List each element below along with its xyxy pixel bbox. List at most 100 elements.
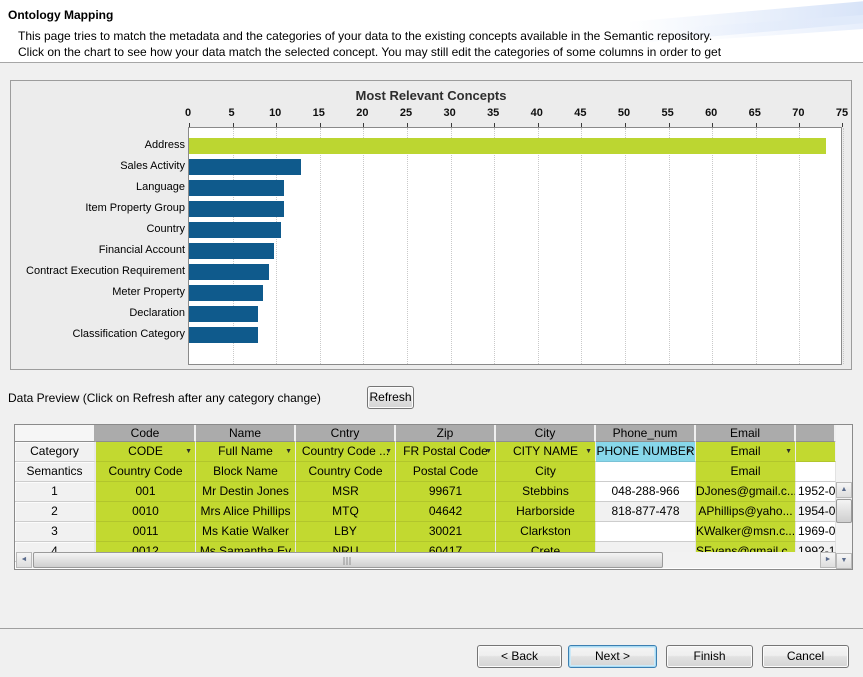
chart-category-label: Country — [13, 221, 185, 237]
next-button[interactable]: Next > — [568, 645, 657, 668]
tick-mark — [669, 123, 670, 127]
x-tick-label: 75 — [822, 107, 862, 119]
gridline — [407, 128, 408, 364]
gridline — [843, 128, 844, 364]
gridline — [451, 128, 452, 364]
column-header-City[interactable]: City — [496, 425, 596, 442]
row-number: 1 — [15, 482, 96, 502]
gridline — [712, 128, 713, 364]
page-description-line2: Click on the chart to see how your data … — [18, 45, 721, 59]
scroll-up-button[interactable]: ▲ — [836, 482, 852, 498]
data-cell-cntry: MTQ — [296, 502, 396, 522]
column-header-partial[interactable] — [796, 425, 836, 442]
tick-mark — [494, 123, 495, 127]
column-header-Phone_num[interactable]: Phone_num — [596, 425, 696, 442]
data-cell-email: APhillips@yaho... — [696, 502, 796, 522]
scroll-right-button[interactable]: ► — [820, 552, 836, 568]
chevron-down-icon: ▼ — [185, 442, 192, 461]
data-cell-name: Ms Katie Walker — [196, 522, 296, 542]
data-cell-phone_num — [596, 522, 696, 542]
data-cell-email: DJones@gmail.c... — [696, 482, 796, 502]
category-dropdown-name[interactable]: Full Name▼ — [196, 442, 296, 462]
scroll-left-button[interactable]: ◄ — [16, 552, 32, 568]
data-cell-cntry: MSR — [296, 482, 396, 502]
hscroll-thumb[interactable] — [33, 552, 663, 568]
x-tick-label: 0 — [168, 107, 208, 119]
chevron-down-icon: ▼ — [585, 442, 592, 461]
page-description-line1: This page tries to match the metadata an… — [18, 29, 712, 43]
category-dropdown-zip[interactable]: FR Postal Code▼ — [396, 442, 496, 462]
category-dropdown-phone_num[interactable]: PHONE NUMBER▼ — [596, 442, 696, 462]
chart-bar-meter-property[interactable] — [189, 285, 263, 301]
x-tick-label: 50 — [604, 107, 644, 119]
category-dropdown-cntry[interactable]: Country Code ...▼ — [296, 442, 396, 462]
semantics-cell-email: Email — [696, 462, 796, 482]
chart-bar-classification-category[interactable] — [189, 327, 258, 343]
chart-bar-country[interactable] — [189, 222, 281, 238]
column-header-Zip[interactable]: Zip — [396, 425, 496, 442]
chart-category-label: Language — [13, 179, 185, 195]
chart-bar-language[interactable] — [189, 180, 284, 196]
chart-bar-contract-execution-requirement[interactable] — [189, 264, 269, 280]
category-dropdown-code[interactable]: CODE▼ — [96, 442, 196, 462]
tick-mark — [712, 123, 713, 127]
vscroll-thumb[interactable] — [836, 499, 852, 523]
scroll-grip-icon — [344, 557, 353, 565]
data-cell-name: Mrs Alice Phillips — [196, 502, 296, 522]
scroll-down-button[interactable]: ▼ — [836, 553, 852, 569]
semantics-cell-code: Country Code — [96, 462, 196, 482]
corner-cell — [15, 425, 96, 442]
gridline — [581, 128, 582, 364]
category-dropdown-email[interactable]: Email▼ — [696, 442, 796, 462]
x-tick-label: 55 — [648, 107, 688, 119]
cancel-button[interactable]: Cancel — [762, 645, 849, 668]
chart-bar-item-property-group[interactable] — [189, 201, 284, 217]
row-number: 2 — [15, 502, 96, 522]
chevron-down-icon: ▼ — [485, 442, 492, 461]
tick-mark — [363, 123, 364, 127]
tick-mark — [451, 123, 452, 127]
data-cell-zip: 30021 — [396, 522, 496, 542]
semantics-row-label: Semantics — [15, 462, 96, 482]
tick-mark — [799, 123, 800, 127]
gridline — [363, 128, 364, 364]
concepts-chart[interactable]: Most Relevant Concepts 05101520253035404… — [10, 80, 852, 370]
semantics-row: SemanticsCountry CodeBlock NameCountry C… — [15, 462, 852, 482]
refresh-button[interactable]: Refresh — [367, 386, 414, 409]
x-tick-label: 15 — [299, 107, 339, 119]
chevron-down-icon: ▼ — [285, 442, 292, 461]
tick-mark — [233, 123, 234, 127]
chart-bar-sales-activity[interactable] — [189, 159, 301, 175]
semantics-cell-partial — [796, 462, 836, 482]
chart-bar-financial-account[interactable] — [189, 243, 274, 259]
vertical-scrollbar[interactable]: ▲▼ — [836, 425, 852, 569]
chevron-down-icon: ▼ — [785, 442, 792, 461]
data-cell-code: 0011 — [96, 522, 196, 542]
gridline — [494, 128, 495, 364]
gridline — [756, 128, 757, 364]
column-header-Name[interactable]: Name — [196, 425, 296, 442]
x-tick-label: 60 — [691, 107, 731, 119]
category-dropdown-city[interactable]: CITY NAME▼ — [496, 442, 596, 462]
chart-bar-declaration[interactable] — [189, 306, 258, 322]
column-header-Cntry[interactable]: Cntry — [296, 425, 396, 442]
chart-title: Most Relevant Concepts — [11, 88, 851, 103]
chart-bar-address[interactable] — [189, 138, 826, 154]
data-cell-phone_num: 048-288-966 — [596, 482, 696, 502]
column-header-Email[interactable]: Email — [696, 425, 796, 442]
column-header-Code[interactable]: Code — [96, 425, 196, 442]
chart-plot-area[interactable] — [188, 127, 842, 365]
chart-category-label: Sales Activity — [13, 158, 185, 174]
footer-separator — [0, 628, 863, 629]
tick-mark — [581, 123, 582, 127]
page-title: Ontology Mapping — [8, 8, 113, 22]
horizontal-scrollbar[interactable]: ◄► — [16, 552, 836, 568]
data-preview-label: Data Preview (Click on Refresh after any… — [8, 391, 321, 405]
category-dropdown-partial[interactable] — [796, 442, 836, 462]
semantics-cell-city: City — [496, 462, 596, 482]
data-cell-email: KWalker@msn.c... — [696, 522, 796, 542]
back-button[interactable]: < Back — [477, 645, 562, 668]
tick-mark — [407, 123, 408, 127]
category-row-label: Category — [15, 442, 96, 462]
finish-button[interactable]: Finish — [666, 645, 753, 668]
